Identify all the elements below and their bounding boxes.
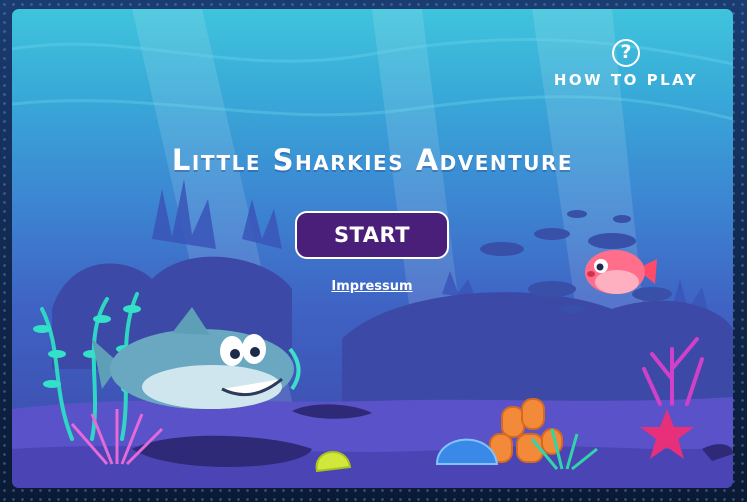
game-title: Little Sharkies Adventure (171, 143, 574, 177)
question-icon[interactable]: ? (612, 39, 640, 67)
start-button[interactable]: START (295, 211, 449, 259)
game-canvas[interactable]: ? HOW TO PLAY Little Sharkies Adventure … (12, 9, 733, 488)
how-to-play-label: HOW TO PLAY (553, 71, 699, 89)
how-to-play-button[interactable]: ? HOW TO PLAY (551, 39, 701, 89)
impressum-link[interactable]: Impressum (312, 279, 432, 294)
